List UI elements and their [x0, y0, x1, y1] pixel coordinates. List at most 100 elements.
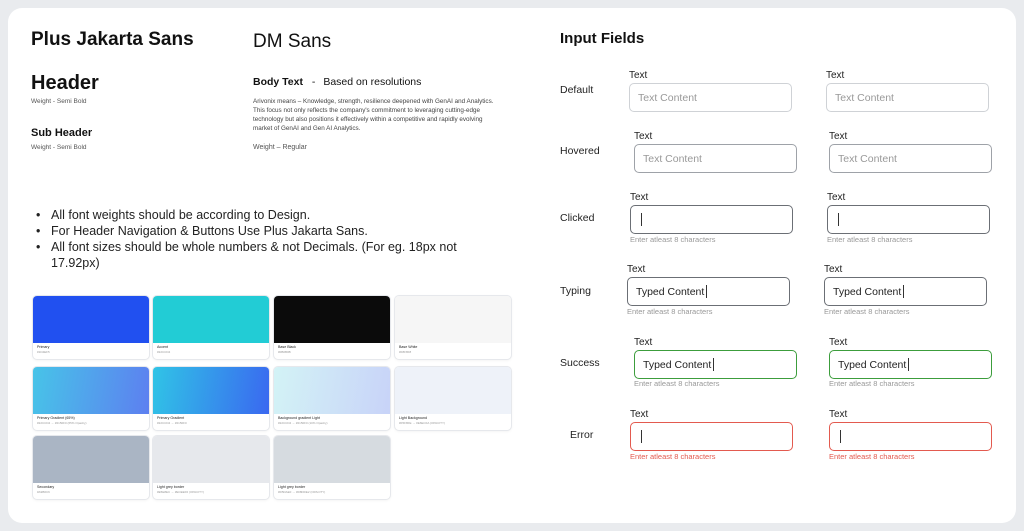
- swatch-color: [395, 296, 511, 343]
- color-swatch: Primary #1D4EF5: [33, 296, 149, 359]
- text-caret: [641, 430, 642, 443]
- text-input-clicked[interactable]: [630, 205, 793, 234]
- field-label: Text: [827, 192, 846, 203]
- helper-text: Enter atleast 8 characters: [634, 379, 720, 388]
- text-input-hovered[interactable]: Text Content: [829, 144, 992, 173]
- helper-text: Enter atleast 8 characters: [827, 235, 913, 244]
- text-caret: [838, 213, 839, 226]
- input-placeholder: Text Content: [835, 91, 894, 104]
- error-helper-text: Enter atleast 8 characters: [829, 452, 915, 461]
- text-input-typing[interactable]: Typed Content: [824, 277, 987, 306]
- text-input-error[interactable]: [630, 422, 793, 451]
- swatch-hex: #22CCD4 → #2150F0 (65% Opacity): [37, 421, 87, 425]
- helper-text: Enter atleast 8 characters: [630, 235, 716, 244]
- field-label: Text: [630, 409, 649, 420]
- color-swatch: Light Background #F5F8FE → #E6ECFA (OPACI…: [395, 367, 511, 430]
- text-input-hovered[interactable]: Text Content: [634, 144, 797, 173]
- swatch-hex: #0B0B0B: [278, 350, 291, 354]
- color-swatch: Light grey border #D5DAE0 → #D8DDE2 (OPAC…: [274, 436, 390, 499]
- helper-text: Enter atleast 8 characters: [824, 307, 910, 316]
- swatch-color: [153, 367, 269, 414]
- text-input-default[interactable]: Text Content: [826, 83, 989, 112]
- guidelines-list: All font weights should be according to …: [33, 207, 493, 271]
- input-placeholder: Text Content: [643, 152, 702, 165]
- swatch-meta: Base White #F8F8F8: [395, 343, 511, 359]
- field-label: Text: [634, 131, 653, 142]
- text-caret: [908, 358, 910, 371]
- color-swatch: Base White #F8F8F8: [395, 296, 511, 359]
- text-input-default[interactable]: Text Content: [629, 83, 792, 112]
- color-swatch: Primary Gradient #22CCD4 → #2150F0: [153, 367, 269, 430]
- text-input-error[interactable]: [829, 422, 992, 451]
- swatch-hex: #22CCD4 → #2150F0: [157, 421, 187, 425]
- swatch-hex: #F5F8FE → #E6ECFA (OPACITY): [399, 421, 445, 425]
- typed-value: Typed Content: [636, 285, 705, 298]
- body-weight: Weight – Regular: [253, 144, 307, 151]
- swatch-meta: Light grey border #E5E8EC → #ECEEF0 (OPAC…: [153, 483, 269, 499]
- field-label: Text: [826, 70, 845, 81]
- text-caret: [706, 285, 708, 298]
- body-text-heading: Body Text - Based on resolutions: [253, 76, 421, 88]
- font-primary-title: Plus Jakarta Sans: [31, 29, 194, 50]
- swatch-color: [274, 367, 390, 414]
- text-input-typing[interactable]: Typed Content: [627, 277, 790, 306]
- text-input-success[interactable]: Typed Content: [634, 350, 797, 379]
- font-secondary-title: DM Sans: [253, 31, 332, 52]
- field-label: Text: [627, 264, 646, 275]
- input-fields-title: Input Fields: [560, 30, 645, 47]
- sub-header-weight: Weight - Semi Bold: [31, 144, 87, 151]
- swatch-meta: Primary #1D4EF5: [33, 343, 149, 359]
- color-swatch: Secondary #A9B6C6: [33, 436, 149, 499]
- swatch-color: [395, 367, 511, 414]
- text-input-clicked[interactable]: [827, 205, 990, 234]
- swatch-hex: #A9B6C6: [37, 490, 50, 494]
- text-caret: [840, 430, 841, 443]
- swatch-color: [33, 436, 149, 483]
- swatch-meta: Primary Gradient (65%) #22CCD4 → #2150F0 …: [33, 414, 149, 430]
- header-weight: Weight - Semi Bold: [31, 98, 87, 105]
- swatch-hex: #22CCD4 → #2150F0 (10% Opacity): [278, 421, 328, 425]
- swatch-meta: Primary Gradient #22CCD4 → #2150F0: [153, 414, 269, 430]
- text-caret: [641, 213, 642, 226]
- swatch-meta: Background gradient Light #22CCD4 → #2150…: [274, 414, 390, 430]
- guideline-item: All font weights should be according to …: [33, 207, 493, 223]
- swatch-color: [153, 296, 269, 343]
- swatch-meta: Light grey border #D5DAE0 → #D8DDE2 (OPAC…: [274, 483, 390, 499]
- swatch-meta: Base Black #0B0B0B: [274, 343, 390, 359]
- sub-header-sample: Sub Header: [31, 127, 93, 139]
- swatch-color: [153, 436, 269, 483]
- color-swatch: Base Black #0B0B0B: [274, 296, 390, 359]
- field-label: Text: [824, 264, 843, 275]
- state-label-hovered: Hovered: [560, 145, 600, 157]
- field-label: Text: [829, 409, 848, 420]
- swatch-hex: #D5DAE0 → #D8DDE2 (OPACITY): [278, 490, 326, 494]
- text-input-success[interactable]: Typed Content: [829, 350, 992, 379]
- state-label-default: Default: [560, 84, 594, 96]
- field-label: Text: [829, 131, 848, 142]
- guideline-item: For Header Navigation & Buttons Use Plus…: [33, 223, 493, 239]
- swatch-meta: Light Background #F5F8FE → #E6ECFA (OPACI…: [395, 414, 511, 430]
- text-caret: [713, 358, 715, 371]
- body-text-note: Based on resolutions: [323, 76, 422, 88]
- typed-value: Typed Content: [643, 358, 712, 371]
- state-label-error: Error: [570, 429, 594, 441]
- input-placeholder: Text Content: [838, 152, 897, 165]
- body-paragraph: Arivonix means – Knowledge, strength, re…: [253, 98, 494, 132]
- typed-value: Typed Content: [838, 358, 907, 371]
- body-text-dash: -: [311, 76, 316, 88]
- state-label-typing: Typing: [560, 285, 591, 297]
- swatch-color: [274, 296, 390, 343]
- field-label: Text: [630, 192, 649, 203]
- input-placeholder: Text Content: [638, 91, 697, 104]
- swatch-hex: #22CCD4: [157, 350, 171, 354]
- state-label-clicked: Clicked: [560, 212, 595, 224]
- swatch-meta: Accent #22CCD4: [153, 343, 269, 359]
- error-helper-text: Enter atleast 8 characters: [630, 452, 716, 461]
- swatch-color: [33, 296, 149, 343]
- swatch-color: [274, 436, 390, 483]
- color-swatch: Light grey border #E5E8EC → #ECEEF0 (OPAC…: [153, 436, 269, 499]
- field-label: Text: [829, 337, 848, 348]
- swatch-hex: #F8F8F8: [399, 350, 412, 354]
- swatch-hex: #1D4EF5: [37, 350, 50, 354]
- state-label-success: Success: [560, 357, 600, 369]
